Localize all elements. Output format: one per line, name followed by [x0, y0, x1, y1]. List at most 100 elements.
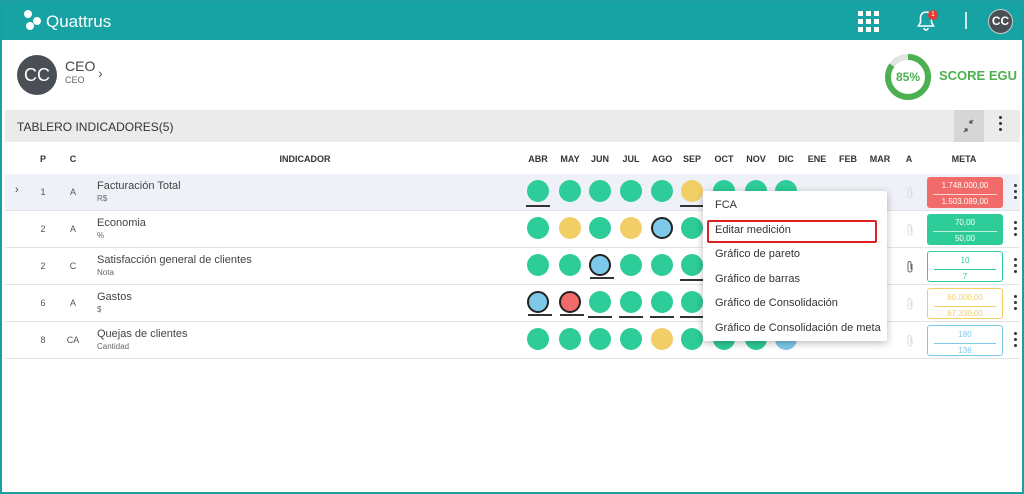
- quattrus-logo-icon: [24, 10, 44, 32]
- col-header-p: P: [39, 154, 47, 164]
- profile-avatar: CC: [17, 55, 57, 95]
- col-header-month: MAR: [869, 154, 891, 164]
- col-header-month: JUN: [590, 154, 610, 164]
- month-status-dot[interactable]: [680, 254, 704, 281]
- paperclip-icon[interactable]: [905, 297, 915, 311]
- month-status-dot[interactable]: [527, 291, 552, 316]
- score-label: SCORE EGU: [939, 68, 1018, 83]
- indicator-unit: %: [97, 231, 105, 240]
- chevron-right-icon[interactable]: ›: [98, 65, 103, 81]
- paperclip-icon[interactable]: [905, 334, 915, 348]
- col-header-c: C: [69, 154, 77, 164]
- meta-actual: 67.330,00: [934, 306, 996, 318]
- meta-actual: 136: [934, 343, 996, 355]
- paperclip-icon[interactable]: [905, 260, 915, 274]
- indicator-unit: Cantidad: [97, 342, 130, 351]
- meta-target: 1.748.000,00: [941, 181, 989, 190]
- meta-badge[interactable]: 10 7: [927, 251, 1003, 282]
- month-status-dot[interactable]: [619, 291, 643, 318]
- meta-badge[interactable]: 60.000,00 67.330,00: [927, 288, 1003, 319]
- month-status-dot[interactable]: [680, 180, 704, 207]
- month-status-dot[interactable]: [559, 291, 584, 316]
- meta-badge[interactable]: 1.748.000,00 1.503.089,00: [927, 177, 1003, 208]
- row-more-menu-icon[interactable]: [1014, 184, 1017, 199]
- row-more-menu-icon[interactable]: [1014, 332, 1017, 347]
- month-status-dot[interactable]: [651, 254, 673, 276]
- meta-target: 10: [960, 256, 970, 265]
- row-p: 2: [40, 261, 46, 271]
- month-status-dot[interactable]: [589, 180, 611, 202]
- month-status-dot[interactable]: [526, 180, 550, 207]
- menu-item-editar-medicion[interactable]: Editar medición: [715, 224, 791, 236]
- col-header-month: SEP: [682, 154, 702, 164]
- expand-row-icon[interactable]: ›: [15, 184, 19, 196]
- month-status-dot[interactable]: [651, 180, 673, 202]
- month-status-dot[interactable]: [651, 328, 673, 350]
- month-status-dot[interactable]: [651, 217, 673, 239]
- month-status-dot[interactable]: [589, 254, 614, 279]
- menu-item-grafico-pareto[interactable]: Gráfico de pareto: [715, 248, 800, 260]
- month-status-dot[interactable]: [589, 328, 611, 350]
- month-status-dot[interactable]: [681, 328, 703, 350]
- month-status-dot[interactable]: [620, 328, 642, 350]
- row-c: A: [69, 187, 77, 197]
- board-more-menu-icon[interactable]: [995, 116, 1005, 136]
- row-more-menu-icon[interactable]: [1014, 258, 1017, 273]
- collapse-icon: [963, 119, 974, 133]
- month-status-dot[interactable]: [559, 217, 581, 239]
- col-header-month: JUL: [622, 154, 640, 164]
- apps-grid-icon[interactable]: [858, 11, 879, 32]
- row-c: A: [69, 298, 77, 308]
- menu-item-fca[interactable]: FCA: [715, 199, 737, 211]
- navbar-divider: [965, 12, 967, 29]
- menu-item-grafico-barras[interactable]: Gráfico de barras: [715, 273, 800, 285]
- profile-role: CEO: [65, 75, 85, 85]
- month-status-dot[interactable]: [681, 217, 703, 239]
- indicator-unit: Nota: [97, 268, 114, 277]
- indicator-name[interactable]: Economia: [97, 217, 146, 229]
- collapse-button[interactable]: [954, 110, 984, 142]
- meta-actual: 50,00: [933, 231, 997, 243]
- brand-name: Quattrus: [46, 12, 112, 31]
- col-header-a: A: [905, 154, 913, 164]
- month-status-dot[interactable]: [588, 291, 612, 318]
- app-window: Quattrus 1 CC CC CEO CEO › 85% SCORE EGU…: [0, 0, 1024, 494]
- month-status-dot[interactable]: [620, 217, 642, 239]
- indicator-name[interactable]: Quejas de clientes: [97, 328, 188, 340]
- paperclip-icon[interactable]: [905, 186, 915, 200]
- indicator-name[interactable]: Satisfacción general de clientes: [97, 254, 252, 266]
- month-status-dot[interactable]: [680, 291, 704, 318]
- month-status-dot[interactable]: [527, 254, 549, 276]
- meta-actual: 1.503.089,00: [933, 194, 997, 206]
- month-status-dot[interactable]: [527, 217, 549, 239]
- meta-target: 70,00: [954, 218, 976, 227]
- menu-item-grafico-consolidacion[interactable]: Gráfico de Consolidación: [715, 297, 838, 309]
- indicator-name[interactable]: Gastos: [97, 291, 132, 303]
- month-status-dot[interactable]: [589, 217, 611, 239]
- user-avatar[interactable]: CC: [988, 9, 1013, 34]
- meta-target: 180: [958, 330, 972, 339]
- top-navbar: Quattrus 1 CC: [2, 2, 1022, 40]
- col-header-month: OCT: [714, 154, 734, 164]
- col-header-month: MAY: [560, 154, 580, 164]
- row-p: 1: [40, 187, 46, 197]
- paperclip-icon[interactable]: [905, 223, 915, 237]
- month-status-dot[interactable]: [559, 328, 581, 350]
- col-header-month: ABR: [528, 154, 548, 164]
- col-header-month: FEB: [839, 154, 857, 164]
- month-status-dot[interactable]: [620, 180, 642, 202]
- meta-badge[interactable]: 70,00 50,00: [927, 214, 1003, 245]
- menu-item-grafico-consolidacion-meta[interactable]: Gráfico de Consolidación de meta: [715, 322, 881, 334]
- meta-badge[interactable]: 180 136: [927, 325, 1003, 356]
- month-status-dot[interactable]: [559, 180, 581, 202]
- month-status-dot[interactable]: [620, 254, 642, 276]
- indicator-name[interactable]: Facturación Total: [97, 180, 181, 192]
- month-status-dot[interactable]: [527, 328, 549, 350]
- row-c: C: [69, 261, 77, 271]
- row-more-menu-icon[interactable]: [1014, 295, 1017, 310]
- row-more-menu-icon[interactable]: [1014, 221, 1017, 236]
- month-status-dot[interactable]: [650, 291, 674, 318]
- indicator-unit: R$: [97, 194, 108, 203]
- row-p: 6: [40, 298, 46, 308]
- month-status-dot[interactable]: [559, 254, 581, 276]
